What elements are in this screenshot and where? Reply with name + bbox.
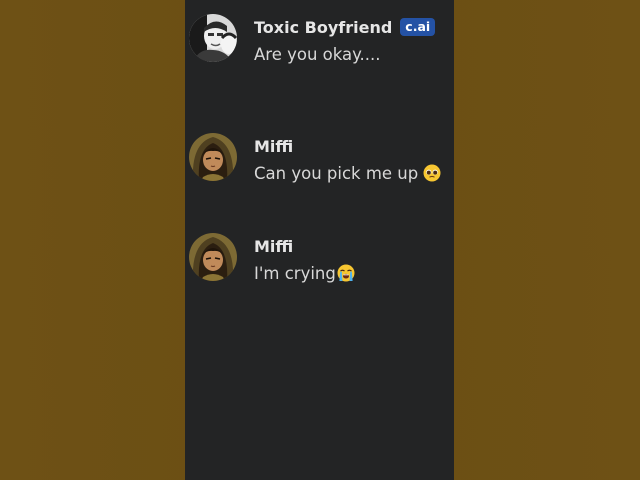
pleading-face-icon: [423, 164, 441, 186]
anime-girl-avatar-icon[interactable]: [189, 233, 237, 281]
sender-name[interactable]: Miffi: [254, 237, 293, 256]
message-text-content: I'm crying: [254, 264, 336, 283]
message-text: I'm crying: [254, 264, 355, 286]
message-text: Can you pick me up: [254, 164, 441, 186]
bw-photo-avatar-icon[interactable]: [189, 14, 237, 62]
video-frame: Toxic Boyfriend c.ai Are you okay.... Mi…: [0, 0, 640, 480]
sender-name[interactable]: Toxic Boyfriend: [254, 18, 392, 37]
chat-panel: Toxic Boyfriend c.ai Are you okay.... Mi…: [185, 0, 454, 480]
sender-name[interactable]: Miffi: [254, 137, 293, 156]
message-text-content: Can you pick me up: [254, 164, 419, 183]
anime-girl-avatar-icon[interactable]: [189, 133, 237, 181]
cai-badge: c.ai: [400, 18, 436, 36]
message-text: Are you okay....: [254, 45, 381, 64]
loudly-crying-face-icon: [337, 264, 355, 286]
